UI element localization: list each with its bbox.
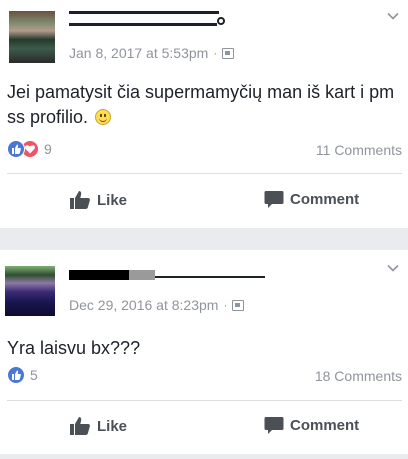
like-label: Like bbox=[97, 191, 128, 209]
divider bbox=[7, 400, 402, 401]
thumbs-up-icon bbox=[70, 417, 90, 435]
post-timestamp[interactable]: Jan 8, 2017 at 5:53pm bbox=[69, 45, 208, 61]
comments-count-link[interactable]: 11 Comments bbox=[316, 142, 402, 158]
reaction-count: 5 bbox=[30, 367, 38, 383]
meta-separator: · bbox=[223, 298, 228, 312]
thumbs-up-icon bbox=[70, 191, 90, 209]
audience-icon[interactable] bbox=[232, 299, 245, 311]
smile-emoji-icon bbox=[95, 109, 112, 125]
comment-label: Comment bbox=[290, 191, 360, 208]
comment-icon bbox=[264, 417, 284, 434]
like-reaction-icon bbox=[7, 366, 25, 384]
like-label: Like bbox=[97, 417, 128, 435]
like-button[interactable]: Like bbox=[69, 416, 127, 436]
meta-separator: · bbox=[213, 46, 218, 60]
post-meta: Jan 8, 2017 at 5:53pm · bbox=[69, 45, 235, 61]
comment-label: Comment bbox=[290, 417, 360, 434]
comment-button[interactable]: Comment bbox=[264, 190, 359, 209]
like-button[interactable]: Like bbox=[69, 190, 127, 210]
comments-count-link[interactable]: 18 Comments bbox=[315, 368, 402, 384]
avatar[interactable] bbox=[9, 11, 55, 63]
comment-icon bbox=[264, 191, 284, 208]
post-meta: Dec 29, 2016 at 8:23pm · bbox=[69, 297, 245, 313]
divider bbox=[7, 173, 402, 174]
comment-button[interactable]: Comment bbox=[264, 416, 359, 435]
audience-icon[interactable] bbox=[222, 47, 235, 59]
post-text: Jei pamatysit čia supermamyčių man iš ka… bbox=[7, 82, 395, 127]
post-text: Yra laisvu bx??? bbox=[7, 338, 141, 358]
post-body: Jei pamatysit čia supermamyčių man iš ka… bbox=[7, 80, 402, 130]
chevron-down-icon[interactable] bbox=[387, 10, 399, 22]
chevron-down-icon[interactable] bbox=[387, 262, 399, 274]
reactions-summary[interactable]: 5 bbox=[7, 366, 38, 384]
like-reaction-icon bbox=[7, 140, 25, 158]
post-body: Yra laisvu bx??? bbox=[7, 336, 402, 361]
avatar[interactable] bbox=[5, 266, 55, 316]
reactions-summary[interactable]: 9 bbox=[7, 140, 52, 158]
post-card: Jan 8, 2017 at 5:53pm · Jei pamatysit či… bbox=[0, 0, 408, 228]
reaction-count: 9 bbox=[44, 141, 52, 157]
post-timestamp[interactable]: Dec 29, 2016 at 8:23pm bbox=[69, 297, 218, 313]
